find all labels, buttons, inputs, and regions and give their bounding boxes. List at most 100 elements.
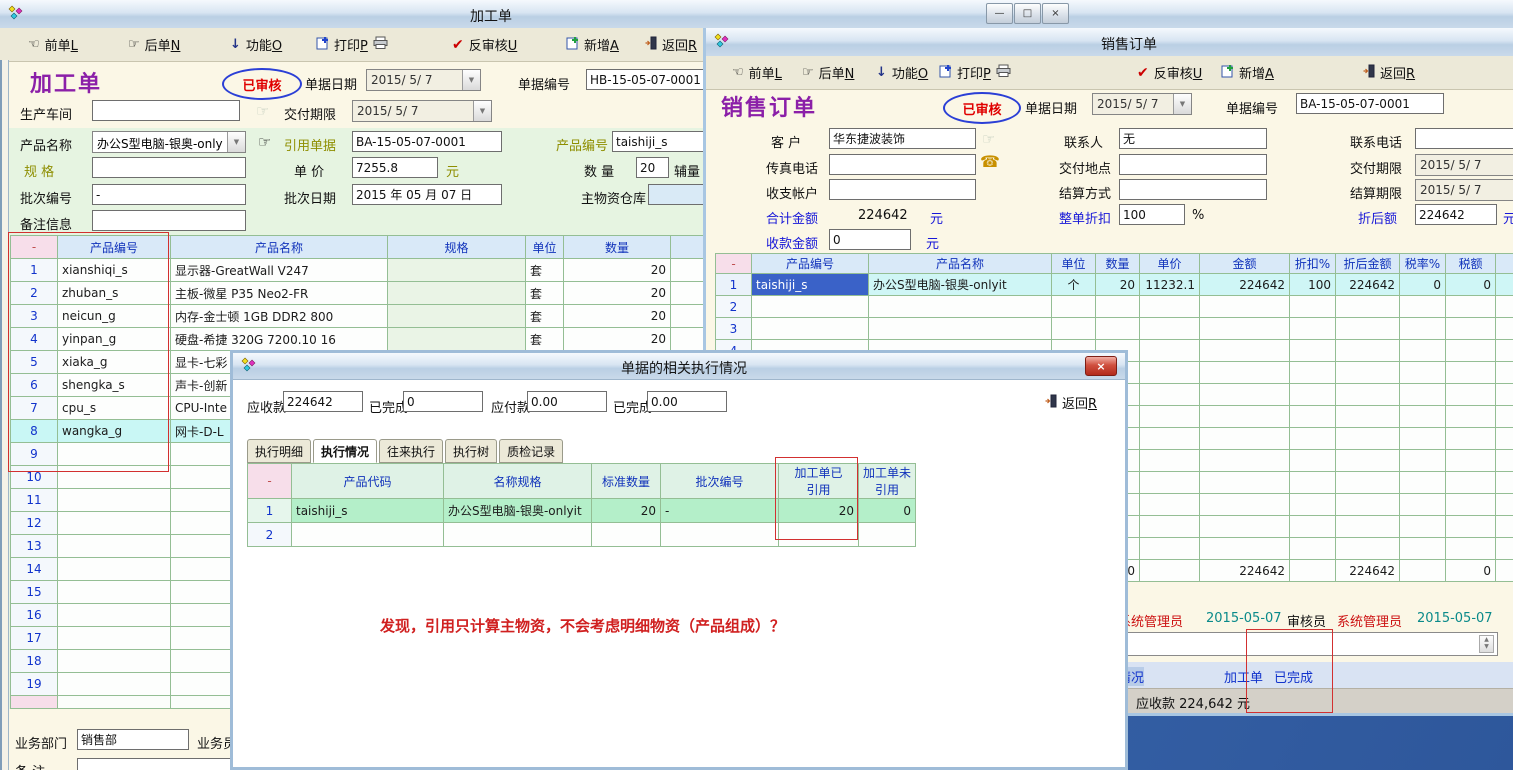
- cell[interactable]: 套: [526, 305, 564, 328]
- cell[interactable]: [1496, 538, 1513, 560]
- column-header[interactable]: -: [716, 254, 752, 274]
- spin-down-icon[interactable]: ▼: [1484, 643, 1489, 650]
- cell[interactable]: [1096, 296, 1140, 318]
- tab-qc-records[interactable]: 质检记录: [499, 439, 563, 463]
- cell[interactable]: [58, 535, 171, 558]
- cell[interactable]: [1336, 472, 1400, 494]
- unaudit-button[interactable]: ✔反审核U: [452, 35, 517, 54]
- cell[interactable]: [1446, 428, 1496, 450]
- cell[interactable]: 个: [1052, 274, 1096, 296]
- cell[interactable]: 15: [11, 581, 58, 604]
- column-header[interactable]: 数量: [564, 236, 671, 259]
- cell[interactable]: [1096, 318, 1140, 340]
- cell[interactable]: 100: [1290, 274, 1336, 296]
- column-header[interactable]: 税率%: [1400, 254, 1446, 274]
- warehouse-input[interactable]: [648, 184, 708, 205]
- cell[interactable]: [1336, 428, 1400, 450]
- cell[interactable]: [292, 523, 444, 547]
- cell[interactable]: 内存-金士顿 1GB DDR2 800: [171, 305, 388, 328]
- cell[interactable]: [1336, 384, 1400, 406]
- cell[interactable]: [1496, 318, 1513, 340]
- next-doc-button[interactable]: ☞后单N: [128, 35, 180, 54]
- cell[interactable]: [1140, 318, 1200, 340]
- cell[interactable]: 20: [564, 259, 671, 282]
- cell[interactable]: [1200, 406, 1290, 428]
- cell[interactable]: 12: [11, 512, 58, 535]
- cell[interactable]: [58, 673, 171, 696]
- spin-up-icon[interactable]: ▲: [1484, 636, 1489, 643]
- cell[interactable]: [1200, 384, 1290, 406]
- cell[interactable]: 16: [11, 604, 58, 627]
- cell[interactable]: 0: [859, 499, 916, 523]
- phone-icon[interactable]: ☎: [980, 152, 1000, 171]
- cell[interactable]: [1200, 428, 1290, 450]
- cell[interactable]: [1400, 296, 1446, 318]
- cell[interactable]: [1290, 406, 1336, 428]
- cell[interactable]: [869, 296, 1052, 318]
- cell[interactable]: [58, 558, 171, 581]
- tab-transactions[interactable]: 往来执行: [379, 439, 443, 463]
- cell[interactable]: 套: [526, 328, 564, 351]
- cell[interactable]: 1: [248, 499, 292, 523]
- cell[interactable]: [1336, 340, 1400, 362]
- column-header[interactable]: 产品代码: [292, 464, 444, 499]
- cell[interactable]: [1400, 318, 1446, 340]
- table-row[interactable]: 1taishiji_s办公S型电脑-银奥-onlyit个2011232.1224…: [716, 274, 1513, 296]
- cell[interactable]: [1336, 450, 1400, 472]
- received-input[interactable]: [829, 229, 911, 250]
- qty-input[interactable]: [636, 157, 669, 178]
- cell[interactable]: [1496, 406, 1513, 428]
- cell[interactable]: [1290, 384, 1336, 406]
- cell[interactable]: [1496, 472, 1513, 494]
- column-header[interactable]: 折扣%: [1290, 254, 1336, 274]
- payable-input[interactable]: [527, 391, 607, 412]
- spinner-control[interactable]: ▲▼: [1479, 635, 1494, 653]
- cell[interactable]: [1400, 428, 1446, 450]
- deliver-date-picker[interactable]: 2015/ 5/ 7▼: [352, 100, 492, 122]
- cell[interactable]: [1290, 340, 1336, 362]
- column-header[interactable]: 规格: [388, 236, 526, 259]
- cell[interactable]: [388, 305, 526, 328]
- column-header[interactable]: 金额: [1200, 254, 1290, 274]
- cell[interactable]: [1290, 450, 1336, 472]
- cell[interactable]: 显示器-GreatWall V247: [171, 259, 388, 282]
- deliver-date-picker[interactable]: 2015/ 5/ 7: [1415, 154, 1513, 176]
- cell[interactable]: [58, 650, 171, 673]
- cell[interactable]: [58, 489, 171, 512]
- column-header[interactable]: 税额: [1446, 254, 1496, 274]
- cell[interactable]: [592, 523, 661, 547]
- cell[interactable]: taishiji_s: [292, 499, 444, 523]
- cell[interactable]: [1140, 494, 1200, 516]
- product-name-combo[interactable]: 办公S型电脑-银奥-only▼: [92, 131, 246, 153]
- cell[interactable]: [1446, 472, 1496, 494]
- receivable-input[interactable]: [283, 391, 363, 412]
- cell[interactable]: [661, 523, 779, 547]
- dept-input[interactable]: [77, 729, 189, 750]
- product-code-input[interactable]: [612, 131, 707, 152]
- cell[interactable]: [1496, 450, 1513, 472]
- cell[interactable]: [752, 318, 869, 340]
- cell[interactable]: [1496, 362, 1513, 384]
- cell[interactable]: [1496, 384, 1513, 406]
- cell[interactable]: [58, 581, 171, 604]
- cell[interactable]: 0: [1446, 274, 1496, 296]
- function-button[interactable]: ↓功能O: [876, 63, 928, 82]
- discount-input[interactable]: [1119, 204, 1185, 225]
- cell[interactable]: 主板-微星 P35 Neo2-FR: [171, 282, 388, 305]
- cell[interactable]: 224642: [1200, 274, 1290, 296]
- settle-input[interactable]: [1119, 179, 1267, 200]
- doc-date-picker[interactable]: 2015/ 5/ 7▼: [1092, 93, 1192, 115]
- cell[interactable]: [1200, 340, 1290, 362]
- discounted-input[interactable]: [1415, 204, 1497, 225]
- cell[interactable]: [58, 627, 171, 650]
- function-button[interactable]: ↓功能O: [230, 35, 282, 54]
- close-icon[interactable]: ×: [1085, 356, 1117, 376]
- column-header[interactable]: [1496, 254, 1513, 274]
- cell[interactable]: [388, 328, 526, 351]
- cell[interactable]: 3: [716, 318, 752, 340]
- customer-input[interactable]: [829, 128, 976, 149]
- contact-input[interactable]: [1119, 128, 1267, 149]
- cell[interactable]: [1496, 296, 1513, 318]
- cell[interactable]: [1052, 296, 1096, 318]
- cell[interactable]: 11: [11, 489, 58, 512]
